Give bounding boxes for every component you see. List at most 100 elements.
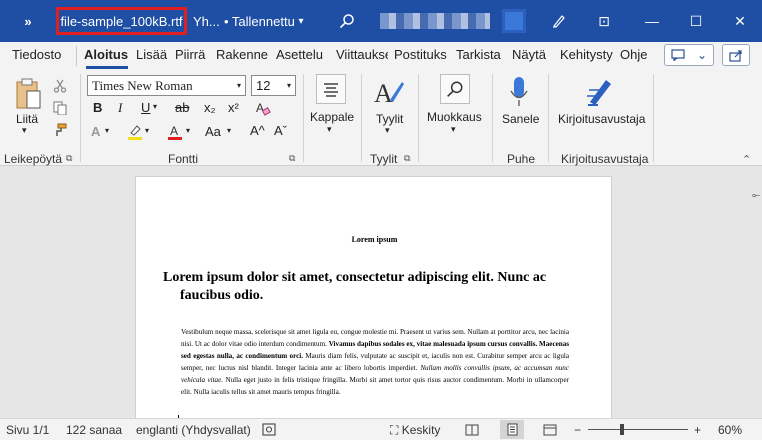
font-family-select[interactable]: Times New Roman ▾ <box>87 75 246 96</box>
accessibility-button[interactable] <box>262 423 276 439</box>
svg-text:A: A <box>374 79 393 108</box>
zoom-in-button[interactable]: + <box>694 423 701 437</box>
divider <box>361 74 362 162</box>
divider <box>80 74 81 162</box>
chevron-down-icon[interactable]: ▾ <box>186 126 190 135</box>
format-painter-button[interactable] <box>52 122 68 138</box>
subscript-button[interactable]: x₂ <box>204 100 216 115</box>
font-color-button[interactable]: A <box>166 123 184 141</box>
change-case-button[interactable]: Aa <box>205 124 221 139</box>
chevron-down-icon[interactable]: ▾ <box>385 125 390 136</box>
copy-icon <box>53 101 67 115</box>
tab-developer[interactable]: Kehitysty <box>560 47 613 62</box>
close-button[interactable]: ✕ <box>718 0 762 42</box>
editor-pen-icon <box>587 80 611 106</box>
font-family-value: Times New Roman <box>92 78 193 93</box>
chevron-down-icon[interactable]: ▾ <box>22 125 27 136</box>
chevron-down-icon[interactable]: ▾ <box>227 126 231 135</box>
filename-highlight-box <box>56 7 187 35</box>
copy-button[interactable] <box>52 100 68 116</box>
clear-formatting-button[interactable]: A <box>254 99 272 117</box>
chevron-down-icon[interactable]: ▾ <box>105 126 109 135</box>
location-label[interactable]: Yh... <box>193 0 220 42</box>
chevron-down-icon[interactable]: ▾ <box>451 124 456 135</box>
superscript-button[interactable]: x² <box>228 100 239 115</box>
focus-mode-button[interactable]: ⛶ Keskity <box>390 423 440 438</box>
group-label-font: Fontti <box>168 152 199 166</box>
paragraph-button[interactable] <box>316 74 346 104</box>
tab-draw[interactable]: Piirrä <box>175 47 205 62</box>
editing-button[interactable] <box>440 74 470 104</box>
font-size-value: 12 <box>256 78 271 93</box>
strikethrough-button[interactable]: ab <box>175 100 189 115</box>
font-launcher-icon[interactable]: ⧉ <box>289 153 295 164</box>
highlight-color-button[interactable] <box>126 123 144 141</box>
avatar[interactable] <box>502 9 526 33</box>
share-button[interactable] <box>722 44 750 66</box>
styles-button[interactable]: A <box>374 78 406 108</box>
read-mode-button[interactable] <box>460 420 484 439</box>
print-layout-button[interactable] <box>500 420 524 439</box>
underline-button[interactable]: U <box>141 100 150 115</box>
zoom-slider[interactable] <box>588 429 688 430</box>
collapse-ribbon-icon[interactable]: ⌃ <box>742 153 751 166</box>
shrink-font-button[interactable]: Aˇ <box>274 123 287 138</box>
chevron-down-icon: ▾ <box>236 81 241 90</box>
ribbon-display-button[interactable]: ⊡ <box>582 0 626 42</box>
zoom-out-button[interactable]: − <box>574 423 581 437</box>
tab-design[interactable]: Rakenne <box>216 47 268 62</box>
save-status[interactable]: • Tallennettu ▾ <box>224 0 303 42</box>
zoom-level[interactable]: 60% <box>718 423 742 437</box>
language-indicator[interactable]: englanti (Yhdysvallat) <box>136 423 251 437</box>
tab-review[interactable]: Tarkista <box>456 47 501 62</box>
tab-layout[interactable]: Asettelu <box>276 47 323 62</box>
tab-insert[interactable]: Lisää <box>136 47 167 62</box>
paste-button[interactable] <box>12 76 44 112</box>
document-heading: Lorem ipsum dolor sit amet, consectetur … <box>163 269 583 305</box>
grow-font-button[interactable]: A^ <box>250 123 265 138</box>
group-label-styles: Tyylit <box>370 152 398 166</box>
chevron-down-icon[interactable]: ▾ <box>327 124 332 135</box>
scissors-icon <box>53 79 67 93</box>
group-label-voice: Puhe <box>507 152 536 166</box>
comments-button[interactable]: ⌄ <box>664 44 714 66</box>
tab-file[interactable]: Tiedosto <box>12 47 61 62</box>
search-button[interactable] <box>336 0 358 42</box>
editor-button[interactable] <box>584 76 616 108</box>
tab-home[interactable]: Aloitus <box>84 47 128 62</box>
svg-text:A: A <box>256 101 264 115</box>
draw-pen-button[interactable] <box>548 0 570 42</box>
quick-access-more-button[interactable]: » <box>14 0 42 42</box>
tab-view[interactable]: Näytä <box>512 47 546 62</box>
comment-icon <box>671 49 685 61</box>
document-page[interactable]: Lorem ipsum Lorem ipsum dolor sit amet, … <box>135 176 612 421</box>
chevron-down-icon[interactable]: ▾ <box>145 126 149 135</box>
divider <box>418 74 419 162</box>
chevron-down-icon[interactable]: ▾ <box>153 102 157 111</box>
zoom-slider-thumb[interactable] <box>620 424 624 435</box>
editing-label: Muokkaus <box>427 110 482 124</box>
styles-launcher-icon[interactable]: ⧉ <box>404 153 410 164</box>
italic-button[interactable]: I <box>118 100 122 116</box>
tab-help[interactable]: Ohje <box>620 47 647 62</box>
brush-icon <box>56 123 67 136</box>
font-color-icon: A <box>168 124 182 140</box>
search-icon <box>447 81 463 97</box>
tab-references[interactable]: Viittaukset <box>336 47 388 62</box>
minimize-button[interactable]: — <box>630 0 674 42</box>
divider <box>548 74 549 162</box>
focus-label: Keskity <box>401 423 441 437</box>
bold-button[interactable]: B <box>93 100 102 115</box>
web-layout-button[interactable] <box>538 420 562 439</box>
text-effects-button[interactable]: A <box>91 124 100 139</box>
page-count[interactable]: Sivu 1/1 <box>6 423 49 437</box>
dictate-button[interactable] <box>508 76 530 108</box>
tab-mailings[interactable]: Postituks <box>394 47 447 62</box>
font-size-select[interactable]: 12 ▾ <box>251 75 296 96</box>
comment-anchor-icon[interactable]: ⟜ <box>752 190 760 201</box>
word-count[interactable]: 122 sanaa <box>66 423 122 437</box>
clipboard-launcher-icon[interactable]: ⧉ <box>66 153 72 164</box>
clear-format-icon: A <box>256 101 271 116</box>
maximize-button[interactable]: ☐ <box>674 0 718 42</box>
cut-button[interactable] <box>52 78 68 94</box>
